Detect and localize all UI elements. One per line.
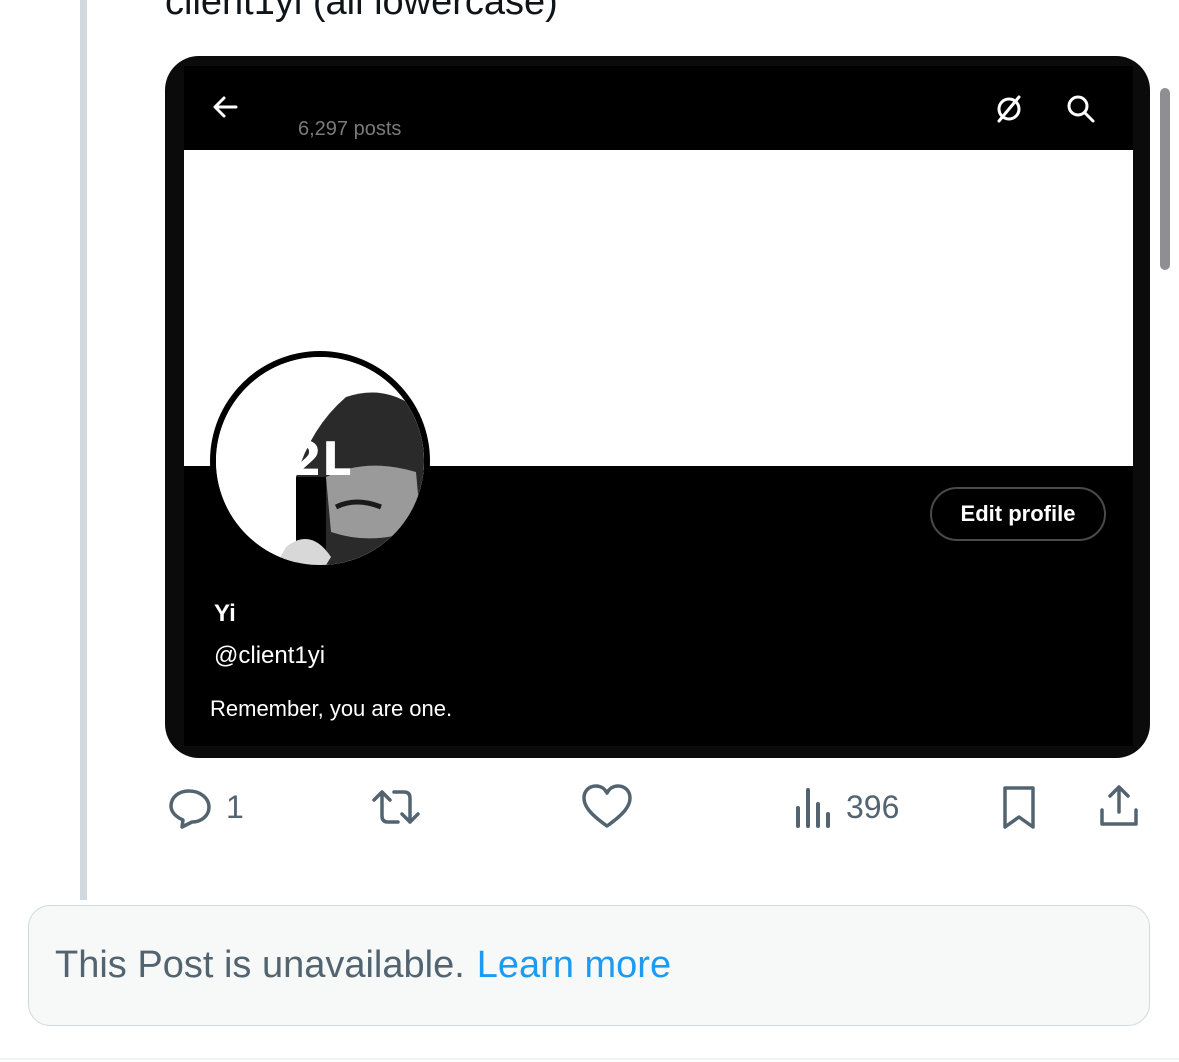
back-arrow-icon [213,96,238,118]
sync-disabled-icon [997,95,1021,123]
reply-count: 1 [226,788,244,825]
tweet-text: client1yi (all lowercase) [165,0,558,23]
repost-button[interactable] [366,775,436,839]
thread-connector-line [80,0,87,900]
profile-avatar: 2L [210,351,430,571]
avatar-logo-text: 2L [290,432,351,486]
posts-count: 6,297 posts [298,118,402,140]
repost-icon [372,790,420,824]
profile-display-name: Yi [214,600,236,627]
scrollbar-thumb[interactable] [1160,88,1170,270]
learn-more-link[interactable]: Learn more [477,944,671,987]
share-icon [1100,785,1138,826]
bottom-divider [0,1058,1179,1060]
views-chart-icon [796,788,830,828]
share-button[interactable] [1094,775,1144,839]
avatar-photo: 2L [216,357,424,565]
tweet-action-bar: 1 396 [160,775,1160,845]
search-icon [1067,95,1095,123]
profile-bio: Remember, you are one. [210,696,453,721]
tweet-media-image[interactable]: 6,297 posts 2L Edit profile Yi @client1y… [165,56,1150,758]
like-button[interactable] [580,775,644,839]
unavailable-post-notice: This Post is unavailable. Learn more [28,905,1150,1026]
reply-icon [169,789,211,829]
reply-button[interactable]: 1 [166,775,244,839]
profile-handle: @client1yi [214,642,326,669]
edit-profile-button: Edit profile [930,487,1106,541]
heart-icon [582,784,632,828]
views-button[interactable]: 396 [792,775,899,839]
bookmark-icon [1003,786,1035,829]
profile-screenshot: 6,297 posts 2L Edit profile Yi @client1y… [184,66,1133,746]
views-count: 396 [846,788,900,825]
unavailable-message: This Post is unavailable. [55,944,465,986]
bookmark-button[interactable] [994,775,1044,839]
profile-header-bar: 6,297 posts [184,66,1133,150]
